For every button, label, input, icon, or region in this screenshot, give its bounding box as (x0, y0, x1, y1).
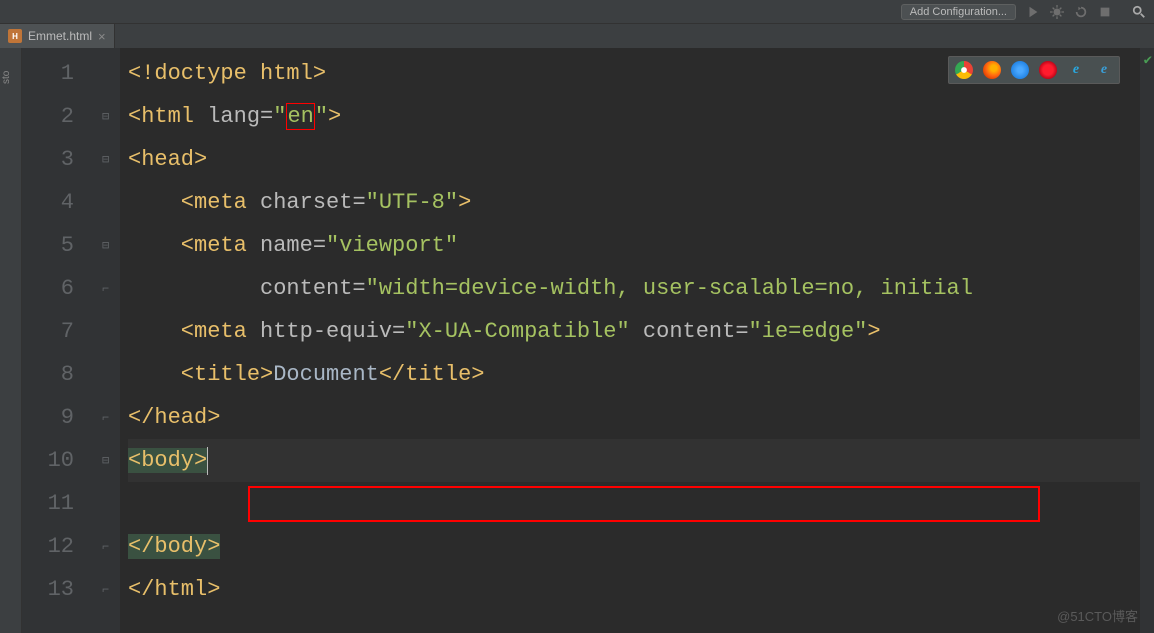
run-icon[interactable] (1026, 5, 1040, 19)
fold-end-icon[interactable]: ⌐ (102, 525, 120, 568)
code-line: content="width=device-width, user-scalab… (128, 267, 1140, 310)
tab-filename: Emmet.html (28, 29, 92, 43)
watermark: @51CTO博客 (1057, 606, 1138, 625)
safari-icon[interactable] (1011, 61, 1029, 79)
toolbar-actions (1026, 5, 1112, 19)
code-line: </html> (128, 568, 1140, 611)
line-num: 8 (22, 353, 102, 396)
code-line: <title>Document</title> (128, 353, 1140, 396)
fold-end-icon[interactable]: ⌐ (102, 568, 120, 611)
code-line: <meta name="viewport" (128, 224, 1140, 267)
code-line (128, 482, 1140, 525)
line-num: 1 (22, 52, 102, 95)
line-num: 13 (22, 568, 102, 611)
fold-icon[interactable]: ⊟ (102, 224, 120, 267)
code-line: </head> (128, 396, 1140, 439)
firefox-icon[interactable] (983, 61, 1001, 79)
side-tool-strip[interactable]: sto (0, 48, 22, 633)
search-icon[interactable] (1132, 5, 1146, 19)
fold-end-icon[interactable]: ⌐ (102, 396, 120, 439)
line-num: 12 (22, 525, 102, 568)
line-number-gutter: 1 2 3 4 5 6 7 8 9 10 11 12 13 (22, 48, 102, 633)
browser-preview-panel: e e (948, 56, 1120, 84)
add-configuration-button[interactable]: Add Configuration... (901, 4, 1016, 20)
editor: sto 1 2 3 4 5 6 7 8 9 10 11 12 13 ⊟ ⊟ ⊟ … (0, 48, 1154, 633)
stop-icon[interactable] (1098, 5, 1112, 19)
line-num: 5 (22, 224, 102, 267)
html-file-icon: H (8, 29, 22, 43)
debug-icon[interactable] (1050, 5, 1064, 19)
close-icon[interactable]: × (98, 29, 106, 44)
code-line: <head> (128, 138, 1140, 181)
checkmark-icon: ✔ (1144, 52, 1152, 69)
ie-icon[interactable]: e (1067, 61, 1085, 79)
line-num: 9 (22, 396, 102, 439)
line-num: 6 (22, 267, 102, 310)
inspection-gutter[interactable]: ✔ (1140, 48, 1154, 633)
top-toolbar: Add Configuration... (0, 0, 1154, 24)
code-line: </body> (128, 525, 1140, 568)
code-line: <html lang="en"> (128, 95, 1140, 138)
fold-end-icon[interactable]: ⌐ (102, 267, 120, 310)
line-num: 3 (22, 138, 102, 181)
rerun-icon[interactable] (1074, 5, 1088, 19)
line-num: 2 (22, 95, 102, 138)
chrome-icon[interactable] (955, 61, 973, 79)
line-num: 11 (22, 482, 102, 525)
line-num: 7 (22, 310, 102, 353)
line-num: 4 (22, 181, 102, 224)
annotation-box (248, 486, 1040, 522)
opera-icon[interactable] (1039, 61, 1057, 79)
edge-icon[interactable]: e (1095, 61, 1113, 79)
fold-gutter: ⊟ ⊟ ⊟ ⌐ ⌐ ⊟ ⌐ ⌐ (102, 48, 120, 633)
side-strip-label: sto (1, 63, 12, 84)
file-tab[interactable]: H Emmet.html × (0, 24, 115, 48)
fold-icon[interactable]: ⊟ (102, 95, 120, 138)
code-line: <body> (128, 439, 1140, 482)
cursor (207, 447, 208, 475)
code-line: <meta http-equiv="X-UA-Compatible" conte… (128, 310, 1140, 353)
fold-icon[interactable]: ⊟ (102, 138, 120, 181)
line-num: 10 (22, 439, 102, 482)
code-line: <meta charset="UTF-8"> (128, 181, 1140, 224)
code-area[interactable]: <!doctype html> <html lang="en"> <head> … (120, 48, 1140, 633)
tab-bar: H Emmet.html × (0, 24, 1154, 48)
fold-icon[interactable]: ⊟ (102, 439, 120, 482)
